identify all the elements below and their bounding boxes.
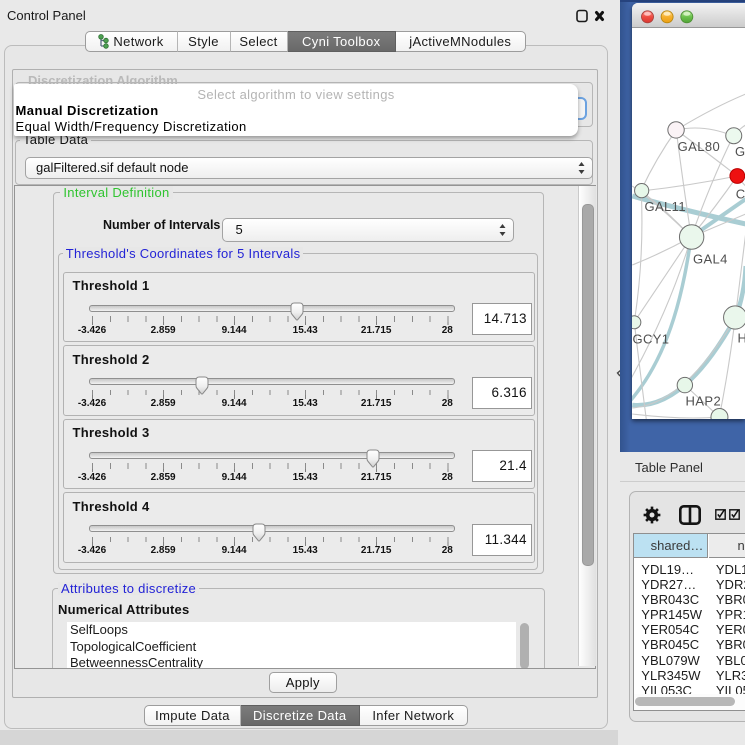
svg-text:GAL4: GAL4 <box>692 252 727 267</box>
svg-text:GAL11: GAL11 <box>644 199 686 214</box>
svg-text:HAP2: HAP2 <box>685 394 721 409</box>
svg-text:GCY1: GCY1 <box>632 332 669 347</box>
svg-text:H: H <box>737 331 745 346</box>
svg-text:GAL80: GAL80 <box>677 139 719 154</box>
svg-text:GAL: GAL <box>735 144 745 159</box>
svg-text:C: C <box>735 187 745 202</box>
